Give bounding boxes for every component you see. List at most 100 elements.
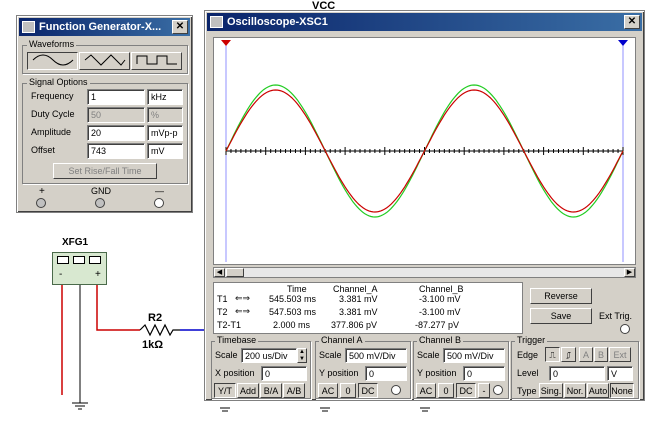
channel-b-ypos-label: Y position (417, 368, 457, 378)
duty-cycle-unit: % (147, 107, 183, 123)
square-waveform-button[interactable] (131, 52, 182, 70)
channel-a-ypos-label: Y position (319, 368, 359, 378)
xfg1-component[interactable]: - + (52, 252, 107, 285)
osc-close-button[interactable]: ✕ (624, 15, 640, 29)
function-generator-window: Function Generator-X... ✕ Waveforms Sign… (16, 15, 193, 213)
frequency-unit-select[interactable]: kHz (147, 89, 183, 105)
fg-plus-terminal-label: + (39, 186, 45, 197)
t2-cursor-arrows[interactable]: ⇐⇒ (235, 306, 259, 316)
falling-edge-button[interactable]: ⎎ (561, 347, 576, 362)
xpos-label: X position (215, 368, 255, 378)
channel-b-scale-label: Scale (417, 350, 440, 360)
t1-cursor-arrows[interactable]: ⇐⇒ (235, 293, 259, 303)
trigger-auto-button[interactable]: Auto (587, 383, 609, 398)
resistor-name: R2 (148, 312, 163, 324)
timebase-scale-spinner[interactable]: ▲ ▼ (297, 348, 307, 363)
rising-edge-icon: ⎍ (549, 350, 556, 360)
trigger-none-button[interactable]: None (610, 383, 634, 398)
cursor-t2-marker (618, 40, 628, 46)
fg-close-button[interactable]: ✕ (172, 20, 188, 34)
channel-a-zero-button[interactable]: 0 (340, 383, 356, 398)
square-wave-icon (136, 55, 177, 65)
frequency-input[interactable]: 1 (87, 89, 145, 105)
fg-minus-terminal-label: — (155, 186, 164, 196)
readout-t1-channel-a: 3.381 mV (339, 294, 378, 304)
channel-b-ypos-input[interactable]: 0 (463, 366, 505, 381)
channel-b-minus-button[interactable]: - (478, 383, 490, 398)
reverse-button[interactable]: Reverse (530, 288, 592, 304)
readout-header-channel-a: Channel_A (333, 284, 378, 294)
trigger-source-a-button[interactable]: A (579, 347, 593, 362)
readout-t1-channel-b: -3.100 mV (419, 294, 461, 304)
mode-add-button[interactable]: Add (237, 383, 259, 398)
scope-scrollbar[interactable]: ◀ ▶ (213, 267, 636, 278)
trigger-single-button[interactable]: Sing. (539, 383, 563, 398)
amplitude-input[interactable]: 20 (87, 125, 145, 141)
trigger-source-ext-button[interactable]: Ext (609, 347, 631, 362)
oscilloscope-window: Oscilloscope-XSC1 ✕ ◀ ▶ Time Channel_A C… (204, 10, 645, 401)
signal-options-label: Signal Options (27, 77, 90, 87)
timebase-scale-input[interactable]: 200 us/Div (241, 348, 297, 363)
sine-wave-icon (73, 256, 85, 264)
save-button[interactable]: Save (530, 308, 592, 324)
mode-yt-button[interactable]: Y/T (214, 383, 236, 398)
square-wave-icon (57, 256, 69, 264)
scope-screen[interactable] (213, 37, 636, 265)
mode-ab-button[interactable]: A/B (283, 383, 305, 398)
readout-diff-time: 2.000 ms (273, 320, 311, 330)
channel-b-scale-input[interactable]: 500 mV/Div (443, 348, 505, 363)
channel-a-terminal[interactable] (391, 385, 401, 395)
trigger-level-unit[interactable]: V (607, 366, 633, 381)
timebase-label: Timebase (215, 335, 259, 345)
frequency-label: Frequency (31, 91, 74, 101)
fg-gnd-terminal-label: GND (91, 186, 111, 196)
fg-gnd-terminal[interactable] (95, 198, 105, 208)
channel-b-dc-button[interactable]: DC (456, 383, 476, 398)
channel-a-scale-label: Scale (319, 350, 342, 360)
xfg-minus-terminal: - (59, 269, 63, 280)
scroll-thumb[interactable] (226, 268, 244, 277)
triangle-wave-icon (84, 54, 125, 66)
ext-trig-terminal[interactable] (620, 324, 630, 334)
channel-a-scale-input[interactable]: 500 mV/Div (345, 348, 407, 363)
trigger-level-input[interactable]: 0 (549, 366, 605, 381)
xfg-plus-terminal: + (95, 269, 101, 280)
scroll-left-button[interactable]: ◀ (214, 268, 225, 277)
channel-b-zero-button[interactable]: 0 (438, 383, 454, 398)
resistor-value: 1kΩ (142, 339, 164, 351)
channel-a-ac-button[interactable]: AC (318, 383, 338, 398)
offset-unit-select[interactable]: mV (147, 143, 183, 159)
trigger-normal-button[interactable]: Nor. (564, 383, 586, 398)
scroll-right-button[interactable]: ▶ (624, 268, 635, 277)
rising-edge-button[interactable]: ⎍ (545, 347, 560, 362)
fg-plus-terminal[interactable] (36, 198, 46, 208)
triangle-waveform-button[interactable] (79, 52, 130, 70)
xpos-input[interactable]: 0 (261, 366, 307, 381)
offset-label: Offset (31, 145, 55, 155)
mode-ba-button[interactable]: B/A (260, 383, 282, 398)
trigger-source-b-button[interactable]: B (594, 347, 608, 362)
amplitude-unit-select[interactable]: mVp-p (147, 125, 183, 141)
timebase-scale-label: Scale (215, 350, 238, 360)
channel-a-dc-button[interactable]: DC (358, 383, 378, 398)
ground-symbol (72, 395, 88, 410)
readout-diff-channel-b: -87.277 pV (415, 320, 460, 330)
channel-a-ypos-input[interactable]: 0 (365, 366, 407, 381)
triangle-wave-icon (89, 256, 101, 264)
trigger-level-label: Level (517, 368, 539, 378)
fg-titlebar[interactable]: Function Generator-X... (19, 18, 190, 36)
osc-window-icon (210, 16, 223, 28)
ext-trig-label: Ext Trig. (599, 311, 633, 321)
fg-minus-terminal[interactable] (154, 198, 164, 208)
waveforms-label: Waveforms (27, 39, 77, 49)
amplitude-label: Amplitude (31, 127, 72, 137)
readout-header-time: Time (287, 284, 307, 294)
readout-t2-channel-a: 3.381 mV (339, 307, 378, 317)
channel-b-terminal[interactable] (493, 385, 503, 395)
trigger-type-label: Type (517, 386, 537, 396)
osc-titlebar[interactable]: Oscilloscope-XSC1 (207, 13, 642, 31)
sine-waveform-button[interactable] (27, 52, 78, 70)
channel-b-ac-button[interactable]: AC (416, 383, 436, 398)
offset-input[interactable]: 743 (87, 143, 145, 159)
scope-plot (221, 40, 628, 262)
